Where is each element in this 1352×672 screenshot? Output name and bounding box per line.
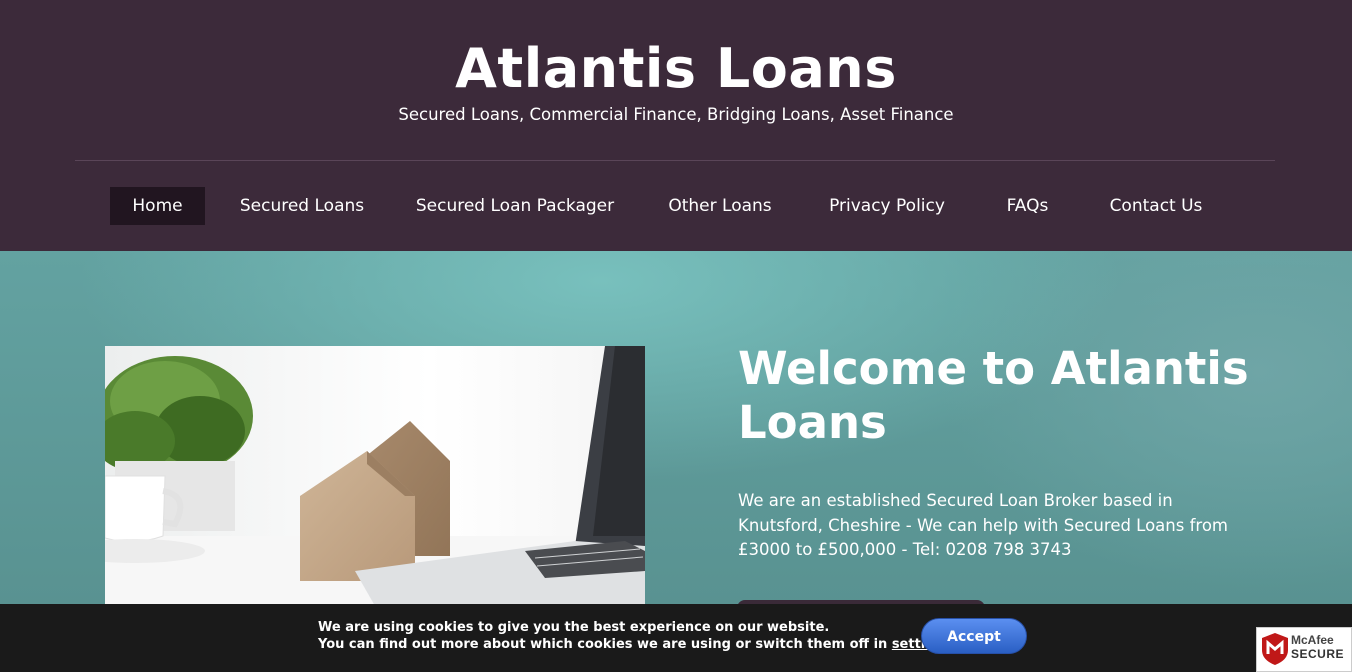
header-divider <box>75 160 1275 161</box>
mcafee-secure-text: SECURE <box>1291 647 1345 661</box>
nav-item-faqs[interactable]: FAQs <box>995 187 1060 225</box>
house-laptop-illustration <box>105 346 645 606</box>
nav-item-home[interactable]: Home <box>110 187 205 225</box>
mcafee-shield-icon <box>1262 633 1288 665</box>
site-tagline: Secured Loans, Commercial Finance, Bridg… <box>398 105 954 124</box>
cookie-message: We are using cookies to give you the bes… <box>318 619 957 653</box>
site-title[interactable]: Atlantis Loans <box>0 36 1352 102</box>
main-nav: Home Secured Loans Secured Loan Packager… <box>0 187 1352 225</box>
nav-item-other-loans[interactable]: Other Loans <box>660 187 780 225</box>
hero-description: We are an established Secured Loan Broke… <box>738 491 1228 559</box>
nav-item-secured-loans[interactable]: Secured Loans <box>232 187 372 225</box>
nav-item-privacy-policy[interactable]: Privacy Policy <box>820 187 954 225</box>
hero-image <box>105 346 645 606</box>
nav-item-secured-loan-packager[interactable]: Secured Loan Packager <box>410 187 620 225</box>
cookie-line-1: We are using cookies to give you the bes… <box>318 620 830 635</box>
cookie-line-2: You can find out more about which cookie… <box>318 636 957 653</box>
site-header: Atlantis Loans Secured Loans, Commercial… <box>0 0 1352 251</box>
nav-item-contact-us[interactable]: Contact Us <box>1100 187 1212 225</box>
hero-title: Welcome to Atlantis Loans <box>738 342 1249 449</box>
mcafee-brand: McAfee <box>1291 633 1334 647</box>
cookie-line-2-text: You can find out more about which cookie… <box>318 637 892 652</box>
accept-cookies-button[interactable]: Accept <box>921 618 1027 654</box>
mcafee-secure-badge[interactable]: McAfee SECURE <box>1256 627 1352 672</box>
